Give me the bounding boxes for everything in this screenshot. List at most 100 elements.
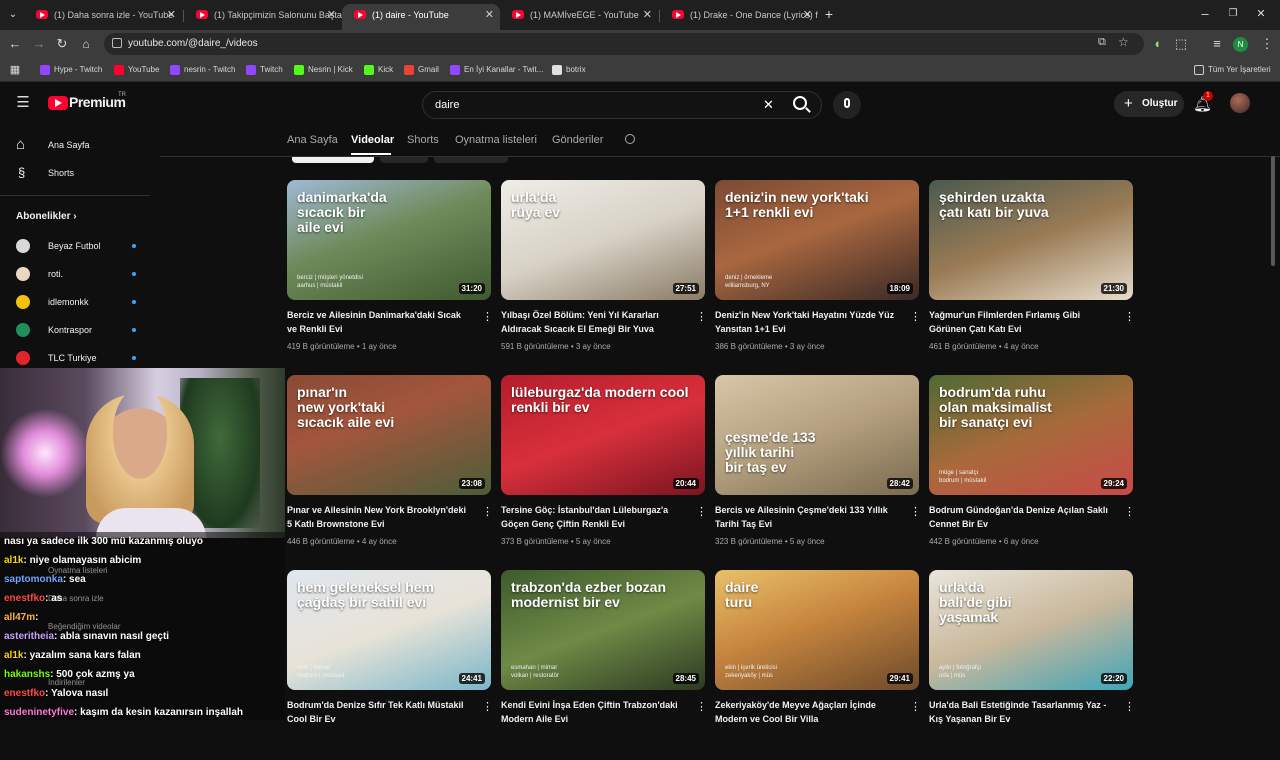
chat-username[interactable]: enestfko	[4, 593, 45, 604]
video-card[interactable]: hem geleneksel hem çağdaş bir sahil evi b…	[287, 570, 493, 760]
apps-grid-icon[interactable]: ▦	[6, 61, 24, 79]
more-actions-icon[interactable]: ⋮	[482, 505, 493, 519]
video-card[interactable]: bodrum'da ruhu olan maksimalist bir sana…	[929, 375, 1135, 565]
more-actions-icon[interactable]: ⋮	[696, 700, 707, 714]
video-title[interactable]: Tersine Göç: İstanbul'dan Lüleburgaz'a G…	[501, 503, 687, 531]
browser-tab[interactable]: (1) MAMİveEGE - YouTube ✕	[500, 4, 658, 30]
back-icon[interactable]: ←	[6, 35, 24, 53]
search-input[interactable]: daire ✕	[422, 91, 822, 119]
chat-username[interactable]: sudeninetyfive	[4, 707, 74, 718]
install-app-icon[interactable]: ⧉	[1098, 36, 1106, 49]
video-card[interactable]: daire turu ekin | içerik üreticisi zekeri…	[715, 570, 921, 760]
video-thumbnail[interactable]: pınar'ın new york'taki sıcacık aile evi 2…	[287, 375, 491, 495]
close-tab-icon[interactable]: ✕	[327, 4, 336, 26]
audio-playing-icon[interactable]: ◖	[1148, 35, 1166, 53]
video-thumbnail[interactable]: şehirden uzakta çatı katı bir yuva 21:30	[929, 180, 1133, 300]
video-card[interactable]: urla'da bali'de gibi yaşamak aylin | foto…	[929, 570, 1135, 760]
chat-username[interactable]: asteritheia	[4, 631, 54, 642]
profile-avatar[interactable]: N	[1233, 37, 1248, 52]
more-actions-icon[interactable]: ⋮	[696, 310, 707, 324]
video-card[interactable]: danimarka'da sıcacık bir aile evi berciz …	[287, 180, 493, 370]
video-thumbnail[interactable]: trabzon'da ezber bozan modernist bir ev e…	[501, 570, 705, 690]
youtube-logo-icon[interactable]	[48, 96, 68, 110]
video-thumbnail[interactable]: urla'da rüya ev 27:51	[501, 180, 705, 300]
media-controls-icon[interactable]: ≡	[1208, 35, 1226, 53]
bookmark-item[interactable]: Hype - Twitch	[40, 58, 102, 82]
extensions-icon[interactable]: ⬚	[1172, 35, 1190, 53]
video-title[interactable]: Berciz ve Ailesinin Danimarka'daki Sıcak…	[287, 308, 473, 336]
video-card[interactable]: pınar'ın new york'taki sıcacık aile evi 2…	[287, 375, 493, 565]
tab-playlists[interactable]: Oynatma listeleri	[455, 125, 537, 155]
site-info-icon[interactable]	[112, 38, 122, 48]
sidebar-item-home[interactable]: ⌂ Ana Sayfa	[16, 132, 90, 158]
hamburger-menu-icon[interactable]: ☰	[14, 94, 32, 112]
subscription-item[interactable]: roti.	[16, 264, 136, 284]
account-avatar[interactable]	[1230, 93, 1250, 113]
voice-search-button[interactable]	[833, 91, 861, 119]
page-scrollbar[interactable]	[1271, 156, 1275, 266]
more-actions-icon[interactable]: ⋮	[696, 505, 707, 519]
chat-username[interactable]: al1k	[4, 650, 23, 661]
video-title[interactable]: Kendi Evini İnşa Eden Çiftin Trabzon'dak…	[501, 698, 687, 726]
bookmark-item[interactable]: botrix	[552, 58, 586, 82]
video-card[interactable]: urla'da rüya ev 27:51 Yılbaşı Özel Bölüm: …	[501, 180, 707, 370]
restore-icon[interactable]: ❐	[1224, 5, 1242, 23]
video-title[interactable]: Urla'da Bali Estetiğinde Tasarlanmış Yaz…	[929, 698, 1115, 726]
sort-chip-popular[interactable]	[380, 157, 428, 163]
subscription-item[interactable]: TLC Turkiye	[16, 348, 136, 368]
subscription-item[interactable]: idlemonkk	[16, 292, 136, 312]
channel-search-icon[interactable]	[625, 134, 635, 144]
chat-username[interactable]: all47m	[4, 612, 35, 623]
bookmark-item[interactable]: Twitch	[246, 58, 283, 82]
subscriptions-heading[interactable]: Abonelikler ›	[16, 211, 77, 222]
bookmark-star-icon[interactable]: ☆	[1118, 35, 1129, 49]
tab-posts[interactable]: Gönderiler	[552, 125, 603, 155]
video-thumbnail[interactable]: lüleburgaz'da modern cool renkli bir ev 2…	[501, 375, 705, 495]
bookmark-item[interactable]: En İyi Kanallar - Twit...	[450, 58, 543, 82]
chat-username[interactable]: saptomonka	[4, 574, 63, 585]
more-actions-icon[interactable]: ⋮	[910, 700, 921, 714]
video-thumbnail[interactable]: danimarka'da sıcacık bir aile evi berciz …	[287, 180, 491, 300]
tab-videos[interactable]: Videolar	[351, 125, 394, 155]
video-thumbnail[interactable]: daire turu ekin | içerik üreticisi zekeri…	[715, 570, 919, 690]
chat-username[interactable]: al1k	[4, 555, 23, 566]
more-actions-icon[interactable]: ⋮	[482, 700, 493, 714]
home-button-icon[interactable]: ⌂	[77, 35, 95, 53]
browser-menu-icon[interactable]: ⋮	[1258, 35, 1276, 53]
chat-username[interactable]: enestfko	[4, 688, 45, 699]
video-card[interactable]: çeşme'de 133 yıllık tarihi bir taş ev 28:…	[715, 375, 921, 565]
subscription-item[interactable]: Kontraspor	[16, 320, 136, 340]
bookmark-item[interactable]: nesrin - Twitch	[170, 58, 235, 82]
close-window-icon[interactable]: ✕	[1252, 5, 1270, 23]
browser-tab-active[interactable]: (1) daire - YouTube ✕	[342, 4, 500, 30]
all-bookmarks[interactable]: Tüm Yer İşaretleri	[1194, 58, 1271, 82]
video-card[interactable]: şehirden uzakta çatı katı bir yuva 21:30 Y…	[929, 180, 1135, 370]
sort-chip-oldest[interactable]	[434, 157, 508, 163]
sort-chip-latest[interactable]	[292, 157, 374, 163]
bookmark-item[interactable]: Nesrin | Kick	[294, 58, 353, 82]
forward-icon[interactable]: →	[30, 35, 48, 53]
more-actions-icon[interactable]: ⋮	[910, 310, 921, 324]
video-card[interactable]: trabzon'da ezber bozan modernist bir ev e…	[501, 570, 707, 760]
video-title[interactable]: Bodrum Gündoğan'da Denize Açılan Saklı C…	[929, 503, 1115, 531]
bookmark-item[interactable]: YouTube	[114, 58, 159, 82]
video-thumbnail[interactable]: hem geleneksel hem çağdaş bir sahil evi b…	[287, 570, 491, 690]
clear-search-icon[interactable]: ✕	[763, 97, 774, 113]
more-actions-icon[interactable]: ⋮	[482, 310, 493, 324]
chat-username[interactable]: hakanshs	[4, 669, 50, 680]
video-title[interactable]: Yılbaşı Özel Bölüm: Yeni Yıl Kararları A…	[501, 308, 687, 336]
video-title[interactable]: Pınar ve Ailesinin New York Brooklyn'dek…	[287, 503, 473, 531]
video-title[interactable]: Deniz'in New York'taki Hayatını Yüzde Yü…	[715, 308, 901, 336]
more-actions-icon[interactable]: ⋮	[910, 505, 921, 519]
browser-tab[interactable]: (1) Drake - One Dance (Lyrics) ft. ✕	[660, 4, 818, 30]
video-thumbnail[interactable]: deniz'in new york'taki 1+1 renkli evi den…	[715, 180, 919, 300]
reload-icon[interactable]: ↻	[53, 35, 71, 53]
bookmark-item[interactable]: Kick	[364, 58, 393, 82]
tab-home[interactable]: Ana Sayfa	[287, 125, 338, 155]
new-tab-icon[interactable]: +	[820, 5, 838, 23]
browser-tab[interactable]: (1) Daha sonra izle - YouTube ✕	[24, 4, 182, 30]
more-actions-icon[interactable]: ⋮	[1124, 505, 1135, 519]
address-bar[interactable]: youtube.com/@daire_/videos ⧉ ☆	[104, 33, 1144, 55]
subscription-item[interactable]: Beyaz Futbol	[16, 236, 136, 256]
video-title[interactable]: Zekeriyaköy'de Meyve Ağaçları İçinde Mod…	[715, 698, 901, 726]
